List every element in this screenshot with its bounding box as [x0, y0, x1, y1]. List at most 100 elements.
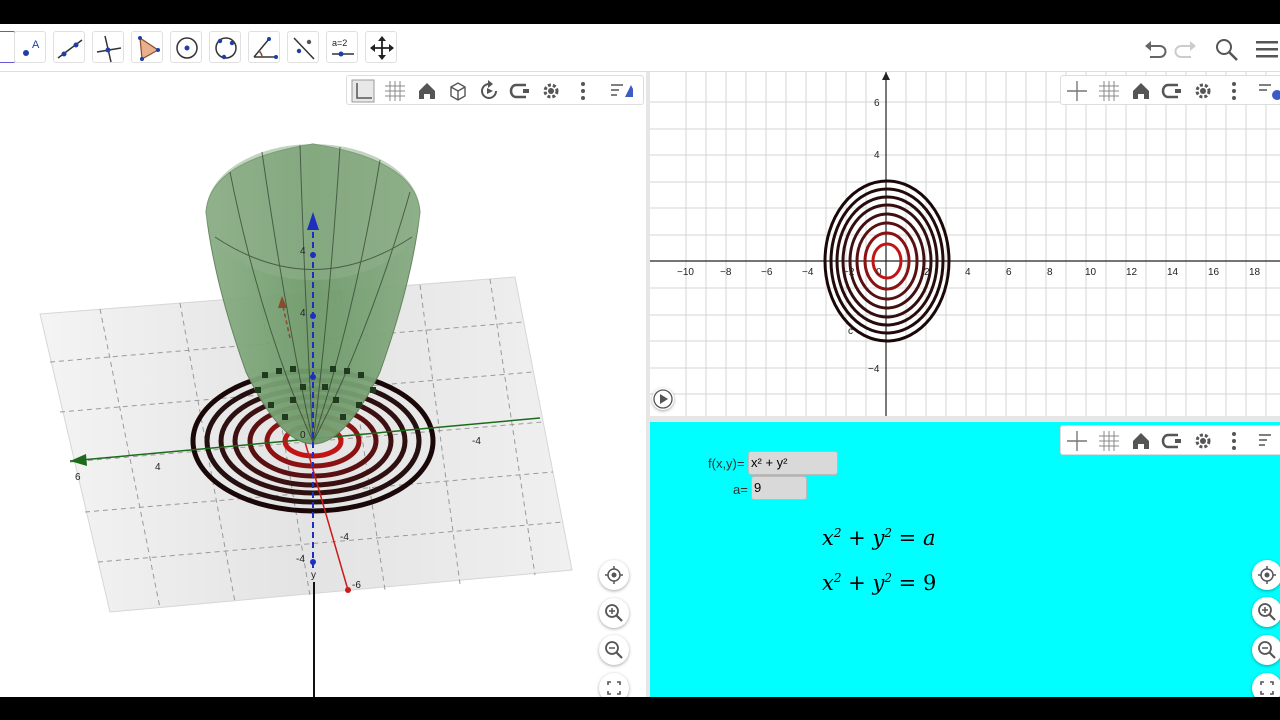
target-icon [1258, 566, 1276, 584]
zoom-out-button[interactable] [599, 635, 629, 665]
redo-icon [1174, 41, 1196, 58]
graphics-2d-canvas[interactable]: c −10 −8 −6 −4 −2 0 2 4 6 8 10 12 14 16 … [650, 72, 1280, 416]
move-view-tool-button[interactable] [365, 31, 397, 63]
menu-button[interactable] [1254, 36, 1280, 62]
svg-text:A: A [32, 39, 40, 51]
svg-text:4: 4 [155, 462, 161, 473]
svg-text:c: c [848, 326, 853, 337]
cube-view-icon[interactable] [446, 79, 470, 103]
home-icon[interactable] [1129, 429, 1153, 453]
svg-text:6: 6 [874, 98, 880, 109]
svg-text:a=2: a=2 [332, 38, 347, 48]
settings-icon[interactable] [1191, 429, 1215, 453]
line-tool-button[interactable] [53, 31, 85, 63]
home-icon[interactable] [415, 79, 439, 103]
svg-text:−8: −8 [720, 267, 732, 278]
input-panel-stylebar [1060, 425, 1280, 455]
more-icon[interactable] [1222, 429, 1246, 453]
slider-icon: a=2 [332, 38, 354, 57]
search-icon [1216, 39, 1238, 61]
undo-button[interactable] [1141, 36, 1167, 62]
svg-text:0: 0 [876, 267, 882, 278]
reflect-icon [293, 37, 315, 60]
svg-text:-4: -4 [296, 554, 305, 565]
grid-icon[interactable] [1097, 79, 1121, 103]
f-input-field[interactable]: x² + y² [748, 451, 838, 475]
axes-icon[interactable] [1065, 429, 1089, 453]
standard-view-button[interactable] [599, 560, 629, 590]
svg-text:4: 4 [874, 150, 880, 161]
svg-text:4: 4 [300, 246, 306, 257]
plane-icon[interactable] [508, 79, 532, 103]
point-capture-icon[interactable] [1160, 429, 1184, 453]
zoom-in-button[interactable] [599, 598, 629, 628]
perspective-icon[interactable] [1257, 429, 1280, 453]
graphics-3d-stylebar [346, 75, 644, 105]
svg-text:10: 10 [1085, 267, 1097, 278]
polygon-tool-button[interactable] [131, 31, 163, 63]
reflect-tool-button[interactable] [287, 31, 319, 63]
svg-text:4: 4 [300, 308, 306, 319]
circle-3-points-icon [215, 37, 237, 60]
axes-icon[interactable] [351, 79, 375, 103]
zoom-out-button-2[interactable] [1252, 635, 1280, 665]
perspective-icon[interactable] [609, 79, 633, 103]
bottom-letterbox [0, 697, 1280, 720]
equation-specific: x2 + y2 = 9 [822, 571, 937, 595]
zoom-out-icon [605, 641, 623, 659]
perspective-icon[interactable] [1257, 79, 1280, 103]
circle-3-points-tool-button[interactable] [209, 31, 241, 63]
rotate-view-icon[interactable] [477, 79, 501, 103]
redo-button[interactable] [1174, 36, 1200, 62]
grid-icon[interactable] [383, 79, 407, 103]
svg-text:8: 8 [1047, 267, 1053, 278]
home-icon[interactable] [1129, 79, 1153, 103]
top-letterbox [0, 0, 1280, 24]
graphics-3d-canvas[interactable]: 4 4 0 -4 -4 -6 6 4 -4 y [0, 72, 646, 697]
svg-text:-4: -4 [472, 436, 481, 447]
circle-tool-button[interactable] [170, 31, 202, 63]
play-animation-button[interactable] [652, 388, 674, 410]
svg-text:0: 0 [300, 430, 306, 441]
search-button[interactable] [1213, 36, 1239, 62]
svg-text:6: 6 [1006, 267, 1012, 278]
svg-text:-4: -4 [340, 532, 349, 543]
standard-view-button-2[interactable] [1252, 560, 1280, 590]
a-input-field[interactable]: 9 [751, 476, 807, 500]
settings-icon[interactable] [539, 79, 563, 103]
main-toolbar: A a=2 [0, 24, 1280, 72]
point-capture-icon[interactable] [1160, 79, 1184, 103]
grid-icon[interactable] [1097, 429, 1121, 453]
undo-icon [1145, 41, 1167, 58]
svg-text:−2: −2 [843, 267, 855, 278]
svg-text:−10: −10 [677, 267, 694, 278]
fullscreen-icon [607, 681, 621, 695]
zoom-in-button-2[interactable] [1252, 597, 1280, 627]
perpendicular-tool-button[interactable] [92, 31, 124, 63]
svg-text:-6: -6 [352, 580, 361, 591]
svg-text:16: 16 [1208, 267, 1220, 278]
svg-text:2: 2 [924, 267, 930, 278]
menu-icon [1256, 41, 1278, 58]
more-icon[interactable] [571, 79, 595, 103]
graphics-3d-view[interactable]: 4 4 0 -4 -4 -6 6 4 -4 y [0, 72, 646, 697]
play-icon [653, 389, 673, 409]
more-icon[interactable] [1222, 79, 1246, 103]
line-icon [57, 39, 83, 59]
slider-tool-button[interactable]: a=2 [326, 31, 358, 63]
equation-general: x2 + y2 = a [822, 526, 936, 550]
fullscreen-button-2[interactable] [1252, 673, 1280, 697]
axes-icon[interactable] [1065, 79, 1089, 103]
zoom-in-icon [1258, 603, 1276, 621]
svg-text:y: y [311, 570, 316, 581]
svg-text:6: 6 [75, 472, 81, 483]
settings-icon[interactable] [1191, 79, 1215, 103]
graphics-2d-view[interactable]: c −10 −8 −6 −4 −2 0 2 4 6 8 10 12 14 16 … [650, 72, 1280, 416]
fullscreen-button[interactable] [599, 673, 629, 697]
point-tool-button[interactable]: A [14, 31, 46, 63]
svg-text:14: 14 [1167, 267, 1179, 278]
angle-tool-button[interactable] [248, 31, 280, 63]
input-panel: f(x,y)= x² + y² a= 9 x2 + y2 = a x2 + y2… [650, 422, 1280, 697]
grid-2d [650, 72, 1280, 416]
svg-text:−4: −4 [868, 364, 880, 375]
